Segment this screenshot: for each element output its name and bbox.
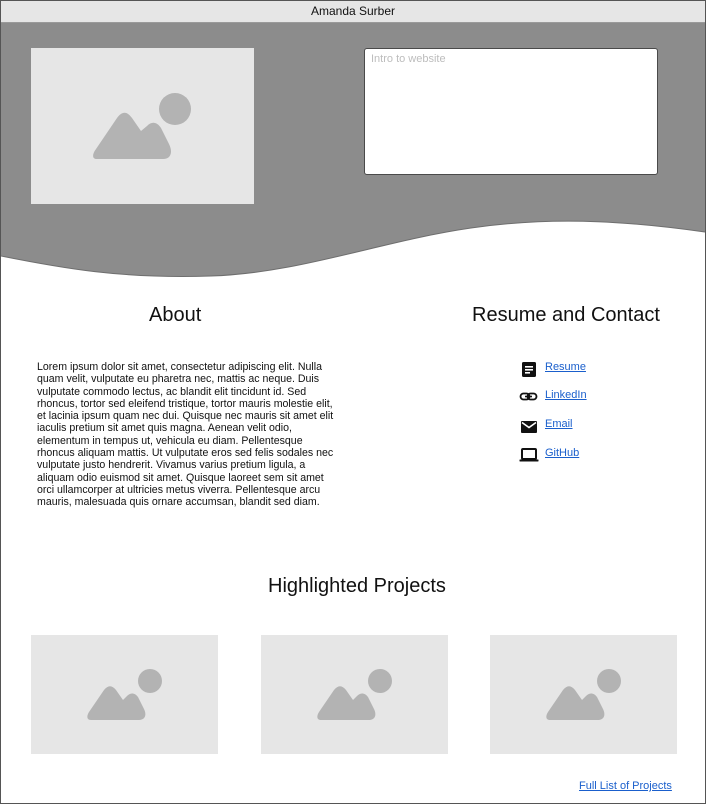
link-icon [519,392,538,401]
browser-window: Amanda Surber About Resume and Contact L… [0,0,706,804]
laptop-icon [519,448,539,462]
image-icon [87,669,162,720]
resume-link[interactable]: Resume [545,361,586,373]
contact-item-resume: Resume [519,359,669,379]
github-link[interactable]: GitHub [545,447,579,459]
about-paragraph: Lorem ipsum dolor sit amet, consectetur … [37,361,334,509]
image-icon [546,669,621,720]
full-projects-link[interactable]: Full List of Projects [579,780,672,792]
email-link[interactable]: Email [545,418,573,430]
linkedin-link[interactable]: LinkedIn [545,389,587,401]
window-title: Amanda Surber [1,1,705,23]
contact-heading: Resume and Contact [472,304,660,326]
about-heading: About [149,304,202,326]
hero-image-placeholder [31,48,254,204]
project-image-placeholder[interactable] [31,635,218,754]
intro-textarea[interactable] [364,48,658,175]
project-image-placeholder[interactable] [490,635,677,754]
image-icon [93,93,191,159]
contact-item-github: GitHub [519,445,669,465]
projects-heading: Highlighted Projects [268,575,446,597]
email-icon [521,421,537,433]
document-icon [522,362,536,377]
project-image-placeholder[interactable] [261,635,448,754]
contact-item-email: Email [519,416,669,436]
contact-item-linkedin: LinkedIn [519,387,669,407]
image-icon [317,669,392,720]
